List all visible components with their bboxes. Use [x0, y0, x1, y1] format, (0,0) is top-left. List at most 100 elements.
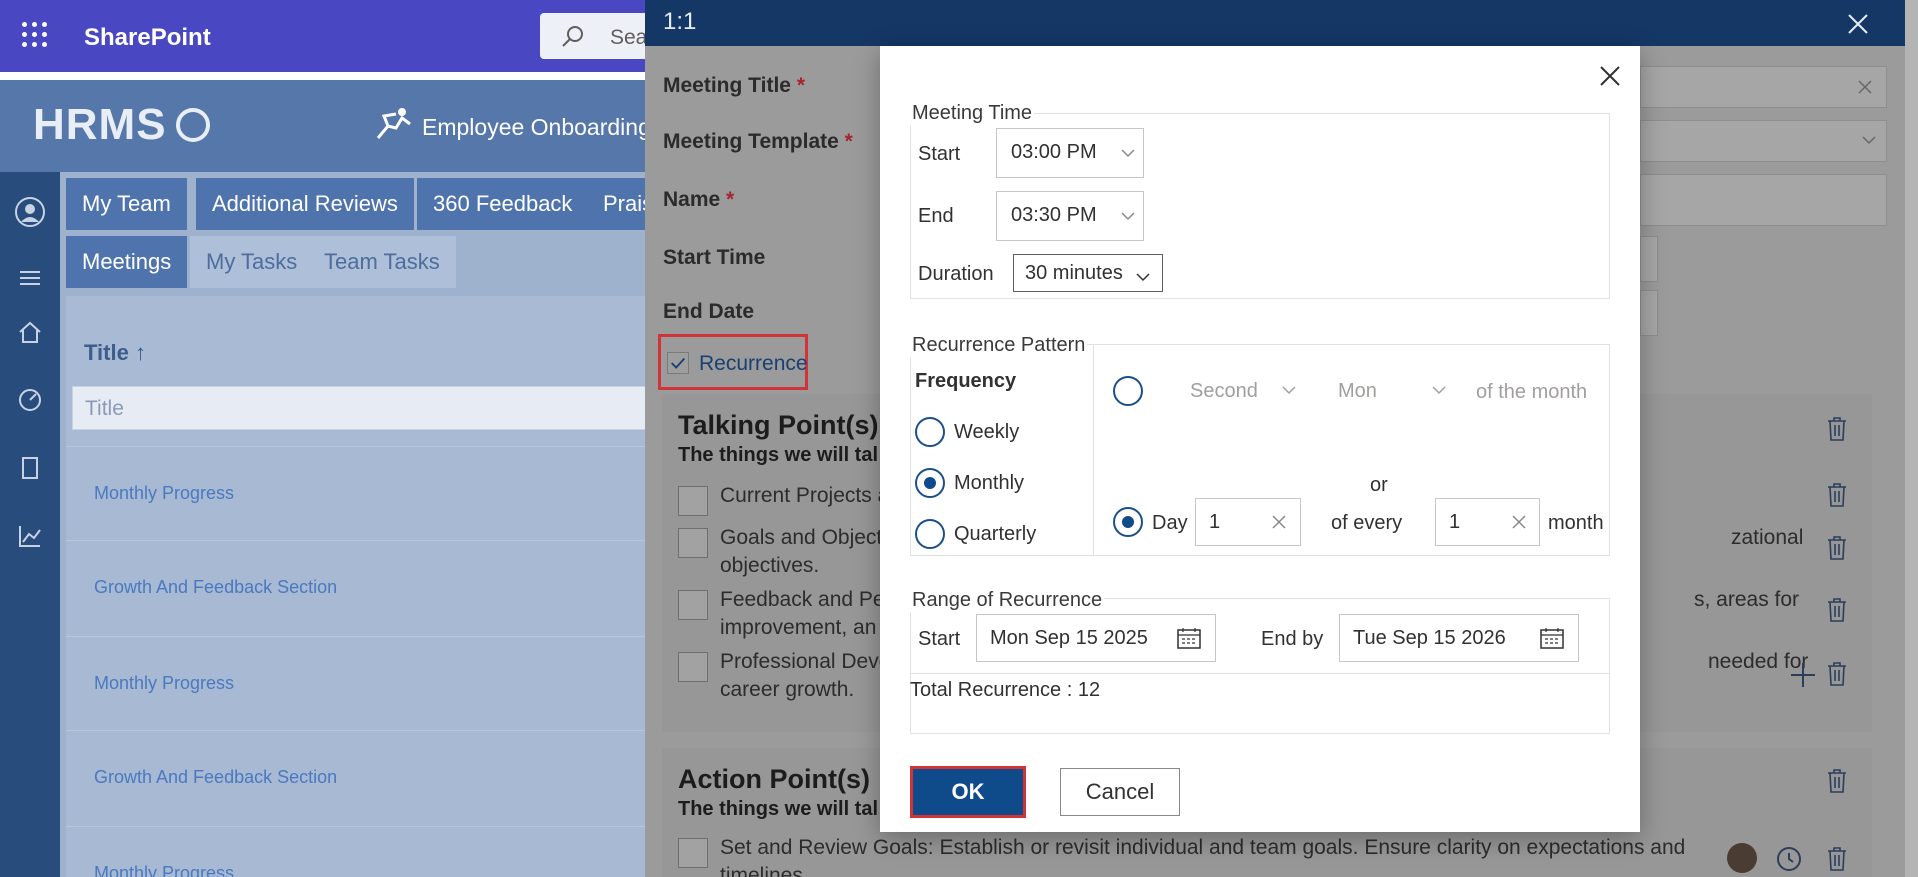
recurrence-pattern-legend: Recurrence Pattern — [910, 334, 1088, 357]
clear-icon[interactable] — [1272, 515, 1286, 529]
table-row[interactable]: Monthly Progress — [66, 826, 660, 877]
brand-logo-text: HRMS — [33, 100, 167, 149]
chevron-down-icon — [1282, 386, 1296, 395]
ordinal-weekday-radio[interactable] — [1113, 376, 1143, 406]
profile-icon[interactable] — [14, 196, 46, 228]
end-date-dropdown[interactable] — [1640, 290, 1658, 336]
monthly-radio[interactable] — [915, 468, 945, 498]
quarterly-label[interactable]: Quarterly — [954, 523, 1036, 546]
weekly-radio[interactable] — [915, 417, 945, 447]
meeting-title-field[interactable] — [1640, 66, 1887, 108]
filter-placeholder: Title — [85, 397, 124, 420]
start-time-label: Start Time — [663, 246, 766, 269]
range-end-date[interactable]: Tue Sep 15 2026 — [1339, 614, 1579, 662]
clear-icon[interactable] — [1858, 80, 1872, 94]
day-input[interactable]: 1 — [1195, 498, 1301, 546]
chevron-down-icon — [1121, 212, 1135, 221]
of-the-month-label: of the month — [1476, 381, 1588, 403]
end-time-dropdown[interactable]: 03:30 PM — [996, 191, 1144, 241]
checkbox[interactable] — [678, 838, 708, 868]
ok-button[interactable]: OK — [910, 766, 1026, 818]
scrollbar[interactable] — [1905, 0, 1918, 877]
action-points-heading: Action Point(s) — [678, 764, 870, 794]
checkbox[interactable] — [678, 528, 708, 558]
end-time-value: 03:30 PM — [1011, 204, 1097, 226]
app-title[interactable]: SharePoint — [84, 24, 211, 52]
row-title[interactable]: Monthly Progress — [94, 673, 234, 694]
table-row[interactable]: Growth And Feedback Section — [66, 730, 660, 824]
clear-icon[interactable] — [1512, 515, 1526, 529]
trash-icon[interactable] — [1826, 482, 1848, 508]
of-every-label: of every — [1331, 512, 1403, 534]
trash-icon[interactable] — [1826, 597, 1848, 623]
meeting-title-label: Meeting Title * — [663, 74, 805, 97]
document-icon[interactable] — [14, 452, 46, 484]
table-row[interactable]: Growth And Feedback Section — [66, 540, 660, 634]
recurrence-label[interactable]: Recurrence — [699, 352, 808, 376]
chart-icon[interactable] — [14, 520, 46, 552]
row-title[interactable]: Monthly Progress — [94, 863, 234, 877]
table-row[interactable]: Monthly Progress — [66, 446, 660, 540]
start-time-dropdown[interactable] — [1640, 236, 1658, 282]
end-by-label: End by — [1261, 628, 1324, 650]
add-icon[interactable] — [1790, 662, 1816, 688]
trash-icon[interactable] — [1826, 535, 1848, 561]
duration-dropdown[interactable]: 30 minutes — [1013, 254, 1163, 292]
meeting-template-dropdown[interactable] — [1640, 120, 1887, 162]
weekday-dropdown[interactable]: Mon — [1338, 380, 1377, 403]
clock-icon[interactable] — [1776, 846, 1802, 872]
tab-meetings[interactable]: Meetings — [66, 236, 188, 288]
cancel-button[interactable]: Cancel — [1060, 768, 1180, 816]
onboarding-icon — [376, 108, 411, 139]
range-start-label: Start — [918, 628, 961, 650]
avatar[interactable] — [1727, 843, 1757, 873]
row-title[interactable]: Growth And Feedback Section — [94, 767, 337, 788]
talking-points-heading: Talking Point(s) — [678, 410, 879, 440]
range-legend: Range of Recurrence — [910, 589, 1105, 612]
close-icon[interactable] — [1598, 64, 1622, 88]
tab-360-feedback[interactable]: 360 Feedback — [417, 178, 589, 230]
checkbox[interactable] — [678, 652, 708, 682]
section-title[interactable]: Employee Onboarding — [422, 114, 651, 141]
monthly-label[interactable]: Monthly — [954, 472, 1024, 495]
every-months-input[interactable]: 1 — [1435, 498, 1540, 546]
name-label: Name * — [663, 188, 735, 211]
tab-team-tasks[interactable]: Team Tasks — [308, 236, 456, 288]
action-points-subheading: The things we will tal — [678, 798, 879, 820]
close-icon[interactable] — [1846, 12, 1870, 36]
left-rail — [0, 172, 60, 877]
trash-icon[interactable] — [1826, 768, 1848, 794]
home-icon[interactable] — [14, 316, 46, 348]
name-field[interactable] — [1640, 174, 1887, 226]
quarterly-radio[interactable] — [915, 519, 945, 549]
checkbox[interactable] — [678, 486, 708, 516]
weekly-label[interactable]: Weekly — [954, 421, 1019, 444]
tab-additional-reviews[interactable]: Additional Reviews — [196, 178, 414, 230]
trash-icon[interactable] — [1826, 661, 1848, 687]
trash-icon[interactable] — [1826, 416, 1848, 442]
tab-my-tasks[interactable]: My Tasks — [190, 236, 314, 288]
title-filter-input[interactable]: Title — [72, 386, 660, 430]
divider — [1093, 344, 1094, 556]
ordinal-dropdown[interactable]: Second — [1190, 380, 1258, 403]
chevron-down-icon — [1136, 273, 1150, 282]
row-title[interactable]: Growth And Feedback Section — [94, 577, 337, 598]
tab-my-team[interactable]: My Team — [66, 178, 187, 230]
dashboard-icon[interactable] — [14, 384, 46, 416]
calendar-icon[interactable] — [1177, 627, 1201, 649]
row-title[interactable]: Monthly Progress — [94, 483, 234, 504]
trash-icon[interactable] — [1826, 846, 1848, 872]
day-radio[interactable] — [1113, 507, 1143, 537]
checkbox[interactable] — [678, 590, 708, 620]
total-recurrence: Total Recurrence : 12 — [910, 679, 1101, 701]
range-start-date[interactable]: Mon Sep 15 2025 — [976, 614, 1216, 662]
calendar-icon[interactable] — [1540, 627, 1564, 649]
app-launcher-icon[interactable] — [22, 22, 48, 48]
meeting-template-label: Meeting Template * — [663, 130, 853, 153]
recurrence-checkbox[interactable] — [667, 352, 689, 374]
menu-icon[interactable] — [14, 262, 46, 294]
column-header-title[interactable]: Title ↑ — [84, 340, 146, 366]
table-row[interactable]: Monthly Progress — [66, 636, 660, 730]
chevron-down-icon — [1121, 149, 1135, 158]
start-time-dropdown[interactable]: 03:00 PM — [996, 128, 1144, 178]
